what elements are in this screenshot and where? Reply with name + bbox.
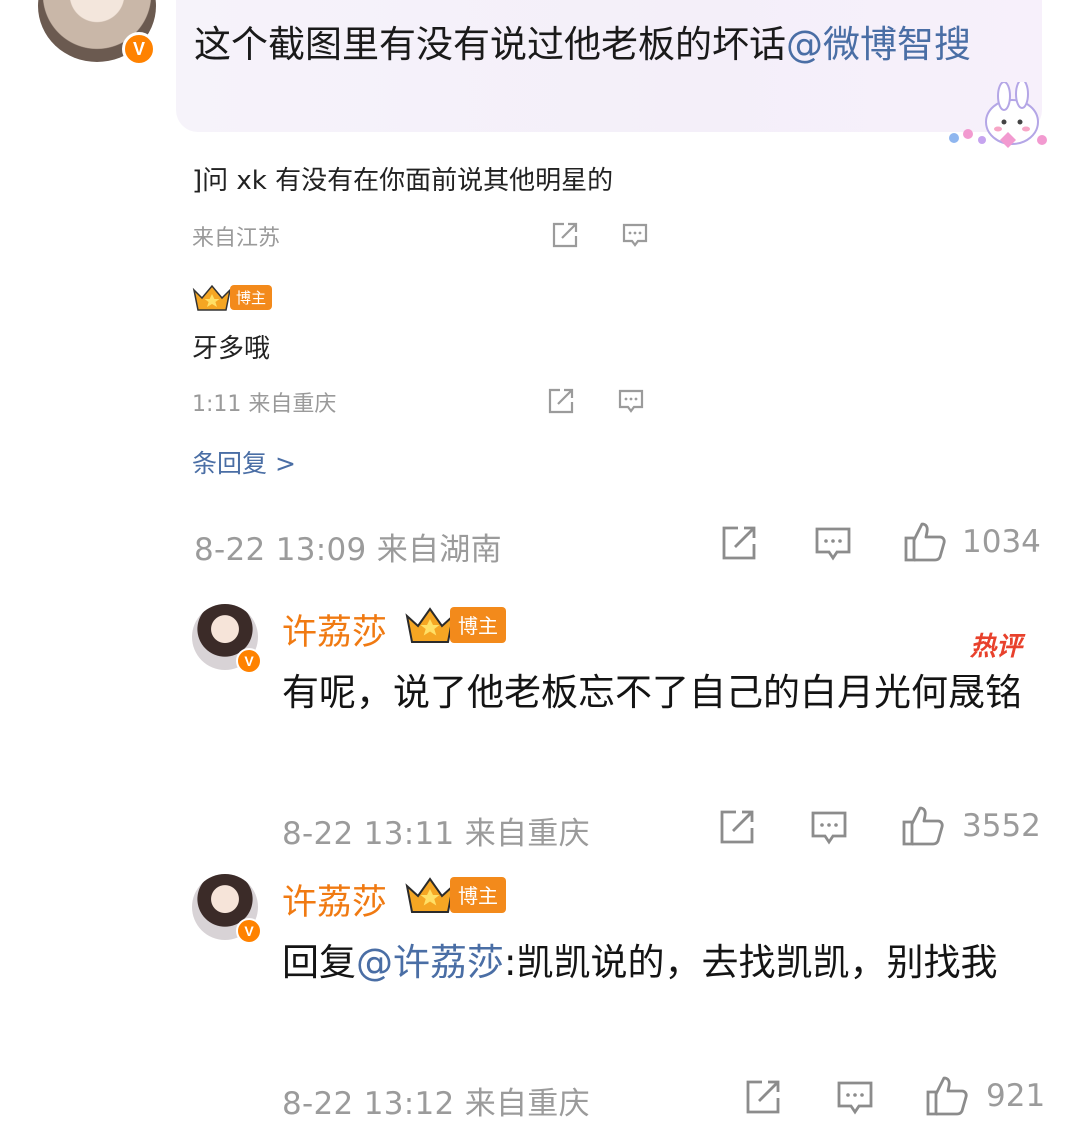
- timestamp-location: 8-22 13:12 来自重庆: [282, 1086, 590, 1122]
- comment-text: 回复@许荔莎:凯凯说的，去找凯凯，别找我: [282, 932, 1042, 994]
- like-count: 3552: [962, 808, 1041, 844]
- verified-icon: V: [236, 648, 262, 674]
- blogger-badge: 博主: [450, 607, 506, 643]
- quoted-meta: 1:11 来自重庆: [192, 392, 337, 417]
- like-icon[interactable]: [924, 1074, 970, 1118]
- verified-icon: V: [236, 918, 262, 944]
- comment-icon[interactable]: [808, 806, 850, 848]
- comment-icon: [618, 389, 644, 413]
- share-icon[interactable]: [718, 522, 760, 564]
- crown-icon: [192, 284, 232, 311]
- top-comment-text: 这个截图里有没有说过他老板的坏话@微博智搜: [194, 14, 1024, 76]
- crown-icon: [405, 607, 455, 643]
- blogger-badge: 博主: [230, 284, 273, 310]
- comment-icon: [622, 223, 648, 247]
- reply-body: :凯凯说的，去找凯凯，别找我: [504, 941, 998, 984]
- share-icon: [552, 222, 578, 248]
- like-count: 921: [986, 1078, 1046, 1114]
- blogger-badge: 博主: [450, 877, 506, 913]
- comment-icon[interactable]: [834, 1076, 876, 1118]
- blogger-badge-group: 博主: [404, 874, 506, 916]
- reply-prefix: 回复: [282, 941, 356, 984]
- quoted-actions: [550, 220, 650, 250]
- quoted-comment-text: ]问 xk 有没有在你面前说其他明星的: [192, 166, 614, 196]
- view-replies-link[interactable]: 条回复 >: [192, 444, 296, 480]
- share-icon: [548, 388, 574, 414]
- verified-icon: V: [122, 32, 156, 66]
- comment-icon[interactable]: [812, 522, 854, 564]
- quoted-reply-text: 牙多哦: [192, 334, 271, 364]
- like-count: 1034: [962, 524, 1041, 560]
- username[interactable]: 许荔莎: [282, 874, 387, 925]
- top-comment-body: 这个截图里有没有说过他老板的坏话: [194, 23, 786, 66]
- quoted-meta: 来自江苏: [192, 226, 281, 251]
- username[interactable]: 许荔莎: [282, 604, 387, 655]
- quoted-user-row: 博主: [192, 282, 273, 312]
- comment-text: 有呢，说了他老板忘不了自己的白月光何晟铭: [282, 671, 1022, 714]
- timestamp-location: 8-22 13:11 来自重庆: [282, 816, 590, 852]
- quoted-screenshot[interactable]: ]问 xk 有没有在你面前说其他明星的 来自江苏 博主 牙多哦 1:11 来自重…: [192, 148, 652, 488]
- crown-icon: [405, 877, 455, 913]
- hot-comment-label: 热评: [970, 632, 1023, 662]
- timestamp-location: 8-22 13:09 来自湖南: [194, 532, 502, 568]
- like-icon[interactable]: [902, 520, 948, 564]
- share-icon[interactable]: [742, 1076, 784, 1118]
- quoted-actions: [546, 386, 646, 416]
- blogger-badge-group: 博主: [404, 604, 506, 646]
- mention-link[interactable]: @微博智搜: [786, 23, 971, 66]
- mention-link[interactable]: @许荔莎: [356, 941, 504, 984]
- like-icon[interactable]: [900, 804, 946, 848]
- bunny-sticker-icon: [949, 82, 1047, 148]
- share-icon[interactable]: [716, 806, 758, 848]
